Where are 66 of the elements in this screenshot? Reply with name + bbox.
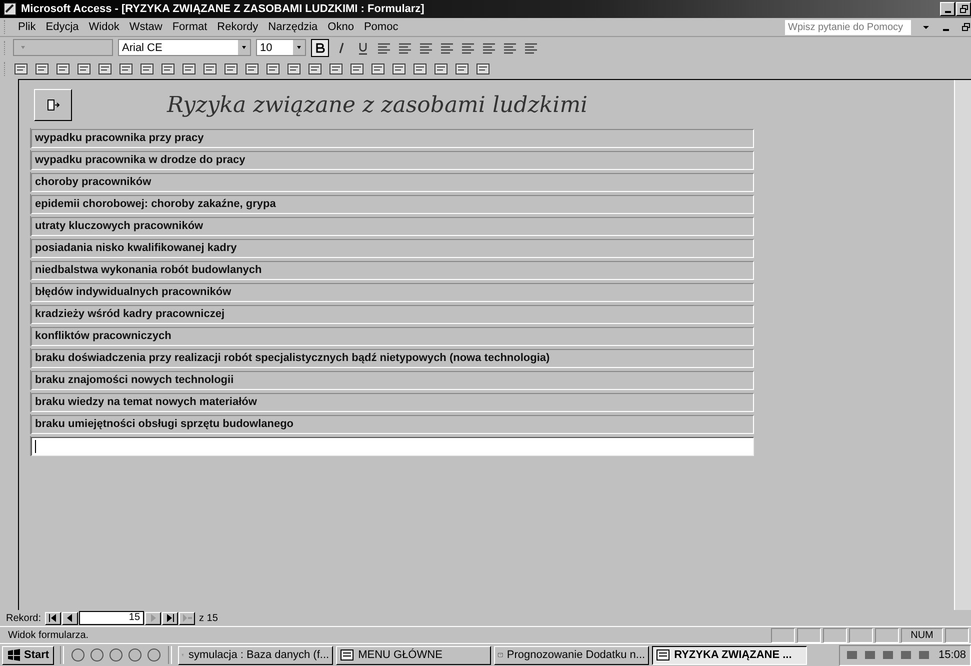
menu-item[interactable]: Okno [328, 21, 354, 33]
bold-icon [314, 42, 326, 54]
taskbar-button[interactable]: RYZYKA ZWIĄZANE ... [652, 646, 808, 664]
first-record-button[interactable] [45, 612, 62, 624]
help-search-field[interactable]: Wpisz pytanie do Pomocy [785, 20, 911, 34]
previous-record-button[interactable] [62, 612, 78, 624]
menu-item[interactable]: Narzędzia [268, 21, 318, 33]
record-field[interactable]: konfliktów pracowniczych [31, 326, 754, 346]
first-icon [48, 614, 58, 622]
record-count: z 15 [198, 612, 219, 624]
taskbar-button[interactable]: MENU GŁÓWNE [336, 646, 492, 664]
window-title: Microsoft Access - [RYZYKA ZWIĄZANE Z ZASOBAMI LUDZKIMI : Formularz] [21, 3, 424, 15]
menu-item[interactable]: Edycja [46, 21, 79, 33]
record-field[interactable]: kradzieży wśród kadry pracowniczej [31, 304, 754, 324]
menu-item[interactable]: Pomoc [364, 21, 398, 33]
record-label: Rekord: [5, 612, 42, 624]
font-combo-box[interactable]: Arial CE [118, 39, 251, 56]
new-record-button[interactable] [179, 612, 196, 624]
record-field[interactable]: niedbalstwa wykonania robót budowlanych [31, 260, 754, 280]
status-pane [875, 628, 899, 642]
status-text: Widok formularza. [7, 630, 90, 640]
record-field[interactable]: braku umiejętności obsługi sprzętu budowlanego [31, 414, 754, 434]
windows-logo-icon [7, 649, 21, 661]
status-pane [823, 628, 847, 642]
record-field[interactable]: braku doświadczenia przy realizacji robót specjalistycznych bądź nietypowych (nowa technologia) [31, 348, 754, 368]
window-icon [340, 649, 354, 661]
menu-item[interactable]: Rekordy [217, 21, 258, 33]
record-field[interactable]: utraty kluczowych pracowników [31, 216, 754, 236]
menu-item[interactable]: Wstaw [129, 21, 162, 33]
taskbar-button[interactable]: symulacja : Baza danych (f... [178, 646, 334, 664]
record-field[interactable]: wypadku pracownika w drodze do pracy [31, 150, 754, 170]
form-title: Ryzyka związane z zasobami ludzkimi [167, 92, 588, 118]
minimize-button[interactable] [940, 2, 955, 16]
window-icon [656, 649, 670, 661]
next-icon [148, 614, 158, 622]
last-record-button[interactable] [162, 612, 178, 624]
menu-item[interactable]: Format [172, 21, 208, 33]
status-pane [945, 628, 969, 642]
record-number-field[interactable]: 15 [79, 611, 144, 625]
record-field[interactable]: braku znajomości nowych technologii [31, 370, 754, 390]
font-size-combo-box[interactable]: 10 [256, 39, 306, 56]
menu-item[interactable]: Widok [88, 21, 120, 33]
restore-button[interactable] [956, 2, 971, 16]
record-field[interactable]: epidemii chorobowej: choroby zakaźne, grypa [31, 194, 754, 214]
menu-item[interactable]: Plik [18, 21, 36, 33]
record-field[interactable]: wypadku pracownika przy pracy [31, 128, 754, 148]
door-icon [46, 98, 60, 112]
status-pane [849, 628, 873, 642]
next-record-button[interactable] [145, 612, 162, 624]
exit-button[interactable] [34, 89, 72, 121]
taskbar-button[interactable]: Prognozowanie Dodatku n... [494, 646, 650, 664]
last-icon [165, 614, 176, 622]
num-lock-indicator: NUM [901, 628, 943, 642]
bold-button[interactable] [311, 38, 329, 56]
clock: 15:08 [937, 649, 966, 661]
status-pane [771, 628, 795, 642]
restore-icon [960, 5, 968, 13]
vertical-scrollbar[interactable] [954, 80, 971, 610]
record-field[interactable]: braku wiedzy na temat nowych materiałów [31, 392, 754, 412]
record-field[interactable]: błędów indywidualnych pracowników [31, 282, 754, 302]
record-field[interactable] [31, 436, 754, 456]
status-pane [797, 628, 821, 642]
record-field[interactable]: posiadania nisko kwalifikowanej kadry [31, 238, 754, 258]
start-button[interactable]: Start [2, 646, 54, 664]
record-field[interactable]: choroby pracowników [31, 172, 754, 192]
form-icon [3, 2, 17, 16]
